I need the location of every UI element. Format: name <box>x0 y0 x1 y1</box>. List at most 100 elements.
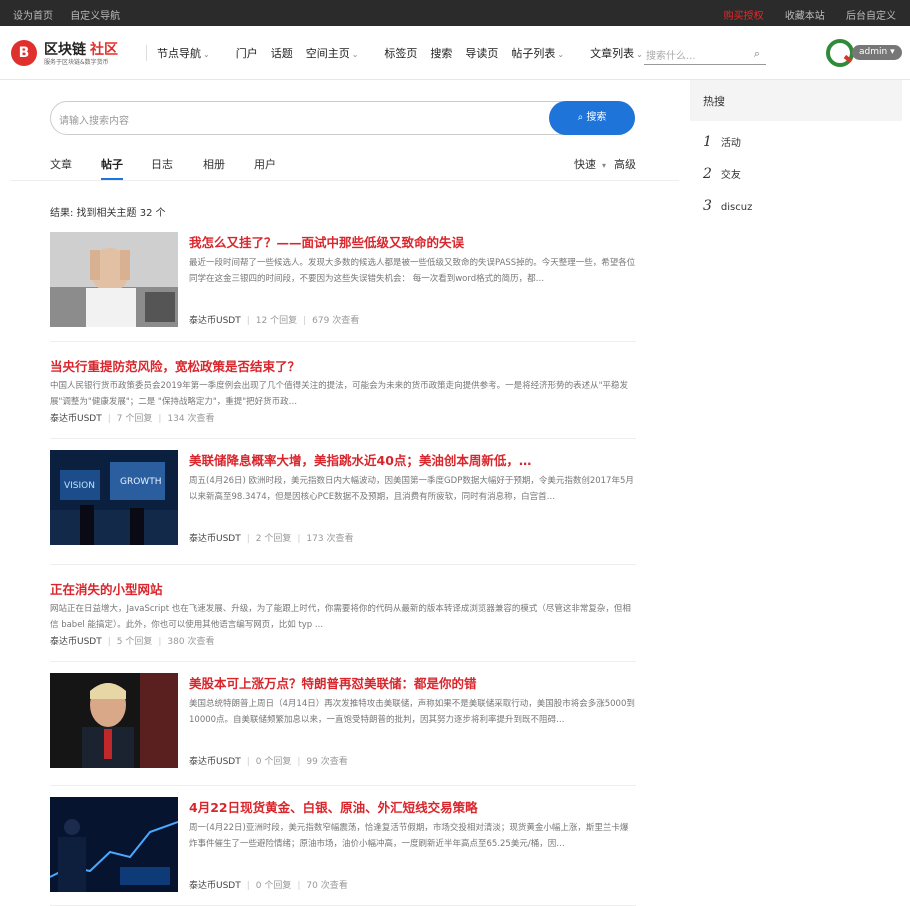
hot-search-item[interactable]: 1 活动 <box>703 134 741 150</box>
post-title[interactable]: 美联储降息概率大增，美指跳水近40点；美油创本周新低，… <box>189 450 531 469</box>
nav-item-label: 空间主页 <box>305 47 350 60</box>
search-button[interactable]: ⌕ 搜索 <box>549 101 635 135</box>
post-summary: 网站正在日益增大，JavaScript 也在飞速发展、升级，为了能跟上时代，你需… <box>50 604 631 630</box>
post-author[interactable]: 泰达币USDT <box>189 881 241 891</box>
post-title[interactable]: 正在消失的小型网站 <box>50 579 163 598</box>
meta-divider: | <box>297 757 301 767</box>
logo-icon[interactable]: B <box>11 40 37 66</box>
post-summary: 中国人民银行货币政策委员会2019年第一季度例会出现了几个值得关注的提法，可能会… <box>50 381 629 407</box>
custom-nav-link[interactable]: 自定义导航 <box>70 11 120 22</box>
meta-divider: | <box>297 534 301 544</box>
post-author[interactable]: 泰达币USDT <box>189 757 241 767</box>
view-count: 173 次查看 <box>306 534 354 544</box>
post-author[interactable]: 泰达币USDT <box>50 414 102 424</box>
hot-search-item[interactable]: 2 交友 <box>703 166 741 182</box>
chevron-down-icon: ▾ <box>602 161 607 170</box>
nav-item-0[interactable]: 节点导航 ⌄ <box>157 47 223 60</box>
hot-label: 交友 <box>720 170 741 181</box>
buy-license-link[interactable]: 购买授权 <box>724 11 764 22</box>
logo-community: 社区 <box>90 42 118 58</box>
sidebar-title: 热搜 <box>703 95 725 108</box>
view-count: 99 次查看 <box>306 757 348 767</box>
hot-rank: 2 <box>703 166 712 182</box>
post-author[interactable]: 泰达币USDT <box>189 534 241 544</box>
nav-item-1[interactable]: 门户 <box>236 47 258 60</box>
svg-text:VISION: VISION <box>64 481 95 491</box>
header-search-input[interactable]: 搜索什么... ⌕ <box>644 43 766 65</box>
logo-title[interactable]: 区块链 社区 <box>44 39 118 59</box>
chevron-down-icon: ⌄ <box>557 50 565 59</box>
set-homepage-link[interactable]: 设为首页 <box>13 11 53 22</box>
reply-count: 0 个回复 <box>255 881 292 891</box>
tab-article[interactable]: 文章 <box>50 156 72 172</box>
post-title[interactable]: 美股本可上涨万点？特朗普再怼美联储：都是你的错 <box>189 673 477 692</box>
view-count: 679 次查看 <box>312 316 360 326</box>
nav-item-label: 导读页 <box>465 47 499 60</box>
site-header: B 区块链 社区 服务于区块链&数字货币 节点导航 ⌄ 门户 话题 空间主页 ⌄ 标签页 搜索导… <box>0 26 910 80</box>
meta-divider: | <box>107 414 111 424</box>
meta-divider: | <box>158 414 162 424</box>
post-meta: 泰达币USDT | 5 个回复 | 380 次查看 <box>50 634 214 647</box>
search-placeholder: 请输入搜索内容 <box>59 116 129 127</box>
meta-divider: | <box>303 316 307 326</box>
search-button-label: 搜索 <box>586 112 607 123</box>
list-item: 正在消失的小型网站网站正在日益增大，JavaScript 也在飞速发展、升级，为… <box>50 565 636 662</box>
nav-item-2[interactable]: 话题 <box>271 47 293 60</box>
post-title[interactable]: 我怎么又挂了？——面试中那些低级又致命的失误 <box>189 232 464 251</box>
post-meta: 泰达币USDT | 12 个回复 | 679 次查看 <box>189 313 359 326</box>
list-item: 4月22日现货黄金、白银、原油、外汇短线交易策略周一(4月22日)亚洲时段，美元… <box>50 786 636 906</box>
nav-item-label: 文章列表 <box>590 47 635 60</box>
tab-user[interactable]: 用户 <box>254 156 276 172</box>
header-search-placeholder: 搜索什么... <box>646 51 696 62</box>
sort-dropdown[interactable]: 快速 <box>574 158 596 171</box>
nav-item-5[interactable]: 搜索 <box>430 47 452 60</box>
search-options: 快速 ▾ 高级 <box>574 156 642 172</box>
post-thumbnail[interactable] <box>50 232 178 327</box>
tab-blog[interactable]: 日志 <box>151 156 173 172</box>
search-input[interactable]: 请输入搜索内容 <box>50 101 635 135</box>
tab-album[interactable]: 相册 <box>203 156 225 172</box>
nav-item-label: 搜索 <box>430 47 453 60</box>
list-item: VISION GROWTH 美联储降息概率大增，美指跳水近40点；美油创本周新低，…… <box>50 439 636 565</box>
post-meta: 泰达币USDT | 0 个回复 | 70 次查看 <box>189 878 348 891</box>
post-title[interactable]: 当央行重提防范风险，宽松政策是否结束了？ <box>50 356 300 375</box>
advanced-search-link[interactable]: 高级 <box>614 158 636 171</box>
list-item: 我怎么又挂了？——面试中那些低级又致命的失误 最近一段时间帮了一些候选人。发现大多… <box>50 221 636 342</box>
nav-item-6[interactable]: 导读页 <box>465 47 498 60</box>
post-author[interactable]: 泰达币USDT <box>189 316 241 326</box>
post-summary: 美国总统特朗普上周日（4月14日）再次发推特攻击美联储，声称如果不是美联储采取行… <box>189 699 635 725</box>
chevron-down-icon: ⌄ <box>203 50 210 59</box>
logo-slogan: 服务于区块链&数字货币 <box>44 59 109 66</box>
post-title[interactable]: 4月22日现货黄金、白银、原油、外汇短线交易策略 <box>189 797 478 816</box>
tab-thread[interactable]: 帖子 <box>101 156 123 172</box>
post-thumbnail[interactable]: VISION GROWTH <box>50 450 178 545</box>
sidebar-list-panel <box>690 121 902 906</box>
post-summary: 周一(4月22日)亚洲时段，美元指数窄幅震荡，恰逢复活节假期，市场交投相对清淡；… <box>189 823 629 849</box>
hot-rank: 1 <box>703 134 712 150</box>
reply-count: 2 个回复 <box>255 534 292 544</box>
post-meta: 泰达币USDT | 0 个回复 | 99 次查看 <box>189 754 348 767</box>
bookmark-link[interactable]: 收藏本站 <box>785 11 825 22</box>
search-icon[interactable]: ⌕ <box>754 47 760 61</box>
reply-count: 5 个回复 <box>116 637 153 647</box>
admin-custom-link[interactable]: 后台自定义 <box>846 11 896 22</box>
post-thumbnail[interactable] <box>50 797 178 892</box>
chevron-down-icon: ▾ <box>890 47 895 57</box>
nav-item-7[interactable]: 帖子列表 ⌄ <box>511 47 577 60</box>
post-thumbnail[interactable] <box>50 673 178 768</box>
nav-item-3[interactable]: 空间主页 ⌄ <box>306 47 372 60</box>
chevron-down-icon: ⌄ <box>351 50 359 59</box>
avatar[interactable] <box>826 39 854 67</box>
svg-text:GROWTH: GROWTH <box>120 477 161 487</box>
user-menu[interactable]: admin ▾ <box>852 45 902 60</box>
main-nav: 节点导航 ⌄ 门户 话题 空间主页 ⌄ 标签页 搜索 导读页 帖子列表 ⌄ 文章列表 ⌄ <box>146 45 669 61</box>
view-count: 380 次查看 <box>167 637 215 647</box>
view-count: 134 次查看 <box>167 414 215 424</box>
logo-name: 区块链 <box>44 42 86 58</box>
reply-count: 12 个回复 <box>255 316 298 326</box>
nav-item-label: 话题 <box>270 47 293 60</box>
post-author[interactable]: 泰达币USDT <box>50 637 102 647</box>
hot-search-item[interactable]: 3 discuz <box>703 198 752 214</box>
nav-item-4[interactable]: 标签页 <box>384 47 417 60</box>
meta-divider: | <box>246 534 250 544</box>
